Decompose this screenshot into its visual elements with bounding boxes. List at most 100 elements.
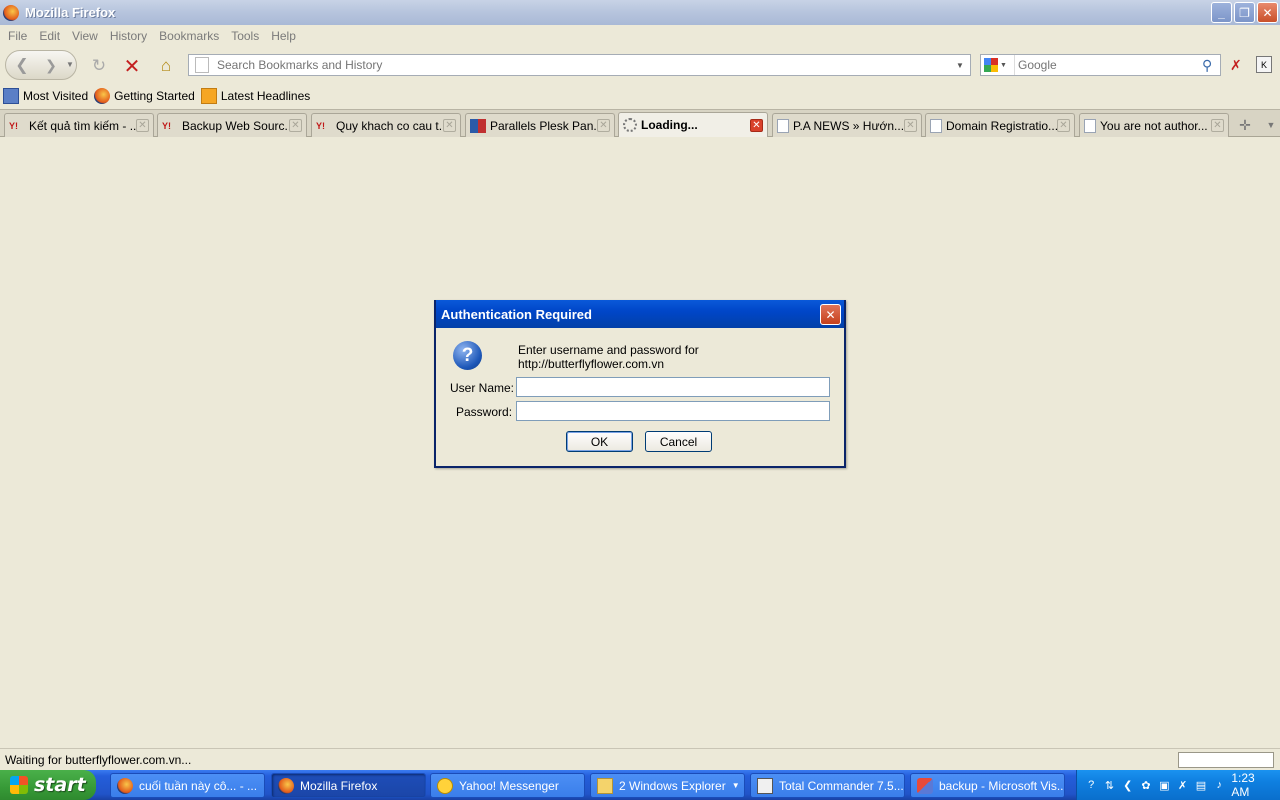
search-input[interactable] bbox=[1015, 58, 1202, 72]
stop-icon[interactable]: ✕ bbox=[121, 55, 143, 78]
history-dropdown-icon[interactable]: ▼ bbox=[66, 60, 74, 69]
taskbar-item-label: Total Commander 7.5... bbox=[779, 778, 904, 793]
addon-k-icon[interactable]: K bbox=[1256, 56, 1272, 73]
url-input[interactable] bbox=[217, 58, 956, 72]
firefox-icon bbox=[94, 88, 111, 104]
home-icon[interactable]: ⌂ bbox=[155, 55, 177, 77]
password-label: Password: bbox=[456, 405, 513, 419]
start-button[interactable]: start bbox=[0, 770, 96, 800]
yahoo-icon: Y! bbox=[316, 120, 325, 131]
bookmark-most-visited[interactable]: Most Visited bbox=[3, 88, 88, 104]
menu-bar: File Edit View History Bookmarks Tools H… bbox=[0, 25, 1280, 47]
tab-close-icon[interactable]: ✕ bbox=[136, 119, 149, 132]
tray-app-icon[interactable]: ✿ bbox=[1140, 778, 1152, 792]
firefox-icon bbox=[117, 777, 133, 794]
back-tray-icon[interactable]: ❮ bbox=[1122, 778, 1134, 792]
taskbar-group-windows-explorer[interactable]: 2 Windows Explorer ▼ bbox=[590, 773, 745, 798]
menu-help[interactable]: Help bbox=[265, 29, 302, 43]
restore-button[interactable]: ❐ bbox=[1234, 2, 1255, 23]
addon-icon[interactable]: ✗ bbox=[1230, 57, 1246, 73]
back-forward-group: ❮ ❯ ▼ bbox=[5, 50, 77, 80]
tab-close-icon[interactable]: ✕ bbox=[1057, 119, 1070, 132]
search-bar: ▼ ⚲ bbox=[980, 54, 1221, 76]
tab-2[interactable]: Y! Backup Web Sourc... ✕ bbox=[157, 113, 307, 137]
firefox-icon bbox=[278, 777, 294, 794]
most-visited-icon bbox=[3, 88, 19, 104]
ok-button[interactable]: OK bbox=[566, 431, 633, 452]
tab-list-dropdown-icon[interactable]: ▼ bbox=[1262, 116, 1280, 134]
status-text: Waiting for butterflyflower.com.vn... bbox=[5, 752, 192, 767]
tab-1[interactable]: Y! Kết quả tìm kiếm - ... ✕ bbox=[4, 113, 154, 137]
auth-dialog: Authentication Required ✕ ? Enter userna… bbox=[434, 300, 846, 468]
tab-5-active[interactable]: Loading... ✕ bbox=[618, 112, 768, 137]
url-bar: ▼ bbox=[188, 54, 971, 76]
tab-6[interactable]: P.A NEWS » Hướn... ✕ bbox=[772, 113, 922, 137]
tab-close-icon[interactable]: ✕ bbox=[750, 118, 763, 132]
tab-4[interactable]: Parallels Plesk Pan... ✕ bbox=[465, 113, 615, 137]
yahoo-icon: Y! bbox=[9, 120, 18, 131]
menu-view[interactable]: View bbox=[66, 29, 104, 43]
menu-edit[interactable]: Edit bbox=[33, 29, 66, 43]
help-icon[interactable]: ? bbox=[1085, 778, 1097, 792]
tab-close-icon[interactable]: ✕ bbox=[1211, 119, 1224, 132]
tab-close-icon[interactable]: ✕ bbox=[597, 119, 610, 132]
tab-3[interactable]: Y! Quy khach co cau t... ✕ bbox=[311, 113, 461, 137]
dialog-close-button[interactable]: ✕ bbox=[820, 304, 841, 325]
tab-label: Parallels Plesk Pan... bbox=[490, 118, 597, 133]
menu-file[interactable]: File bbox=[2, 29, 33, 43]
menu-bookmarks[interactable]: Bookmarks bbox=[153, 29, 225, 43]
close-window-button[interactable]: ✕ bbox=[1257, 2, 1278, 23]
taskbar-item[interactable]: Total Commander 7.5... bbox=[750, 773, 905, 798]
total-commander-icon bbox=[757, 777, 773, 794]
tab-7[interactable]: Domain Registratio... ✕ bbox=[925, 113, 1075, 137]
taskbar-item[interactable]: Yahoo! Messenger bbox=[430, 773, 585, 798]
tab-label: Quy khach co cau t... bbox=[336, 118, 443, 133]
taskbar-item-label: Yahoo! Messenger bbox=[459, 778, 559, 793]
page-icon bbox=[777, 118, 789, 133]
antivirus-icon[interactable]: ✗ bbox=[1176, 778, 1188, 792]
reload-icon[interactable]: ↻ bbox=[88, 55, 110, 77]
taskbar-item-active[interactable]: Mozilla Firefox bbox=[271, 773, 426, 798]
bookmark-latest-headlines[interactable]: Latest Headlines bbox=[200, 88, 311, 104]
window-titlebar: Mozilla Firefox _ ❐ ✕ bbox=[0, 0, 1280, 25]
show-hidden-icons-icon[interactable]: ⇅ bbox=[1103, 778, 1115, 792]
search-icon[interactable]: ⚲ bbox=[1202, 57, 1220, 74]
tab-close-icon[interactable]: ✕ bbox=[904, 119, 917, 132]
menu-history[interactable]: History bbox=[104, 29, 153, 43]
minimize-button[interactable]: _ bbox=[1211, 2, 1232, 23]
rss-icon bbox=[200, 88, 217, 104]
system-tray: ? ⇅ ❮ ✿ ▣ ✗ ▤ ♪ 1:23 AM bbox=[1076, 770, 1280, 800]
forward-button[interactable]: ❯ bbox=[39, 51, 63, 79]
page-icon bbox=[195, 57, 209, 73]
tab-close-icon[interactable]: ✕ bbox=[443, 119, 456, 132]
volume-icon[interactable]: ♪ bbox=[1213, 778, 1225, 792]
dialog-title: Authentication Required bbox=[441, 306, 592, 322]
taskbar-item[interactable]: cuối tuần này cô... - ... bbox=[110, 773, 265, 798]
dialog-titlebar: Authentication Required ✕ bbox=[436, 300, 844, 328]
folder-icon bbox=[597, 777, 613, 794]
new-tab-icon[interactable]: ✛ bbox=[1236, 116, 1254, 134]
back-button[interactable]: ❮ bbox=[6, 51, 38, 79]
taskbar-item-label: 2 Windows Explorer bbox=[619, 778, 726, 793]
cancel-button[interactable]: Cancel bbox=[645, 431, 712, 452]
navigation-toolbar: ❮ ❯ ▼ ↻ ✕ ⌂ ▼ ▼ ⚲ ✗ K bbox=[0, 47, 1280, 84]
plesk-icon bbox=[470, 118, 486, 133]
bookmark-getting-started[interactable]: Getting Started bbox=[94, 88, 195, 104]
url-dropdown-icon[interactable]: ▼ bbox=[956, 61, 970, 70]
clock[interactable]: 1:23 AM bbox=[1231, 771, 1270, 799]
search-engine-selector[interactable]: ▼ bbox=[981, 55, 1015, 75]
menu-tools[interactable]: Tools bbox=[225, 29, 265, 43]
taskbar-item[interactable]: backup - Microsoft Vis... bbox=[910, 773, 1065, 798]
tab-8[interactable]: You are not author... ✕ bbox=[1079, 113, 1229, 137]
network-icon[interactable]: ▣ bbox=[1158, 778, 1170, 792]
bookmark-label: Most Visited bbox=[23, 89, 89, 103]
password-field[interactable] bbox=[516, 401, 830, 421]
username-field[interactable] bbox=[516, 377, 830, 397]
bookmark-label: Latest Headlines bbox=[220, 89, 311, 103]
bookmark-label: Getting Started bbox=[114, 89, 195, 103]
back-arrow-icon: ❮ bbox=[15, 57, 29, 74]
tab-label: You are not author... bbox=[1100, 118, 1208, 133]
yahoo-messenger-icon bbox=[437, 777, 453, 794]
computer-icon[interactable]: ▤ bbox=[1195, 778, 1207, 792]
tab-close-icon[interactable]: ✕ bbox=[289, 119, 302, 132]
